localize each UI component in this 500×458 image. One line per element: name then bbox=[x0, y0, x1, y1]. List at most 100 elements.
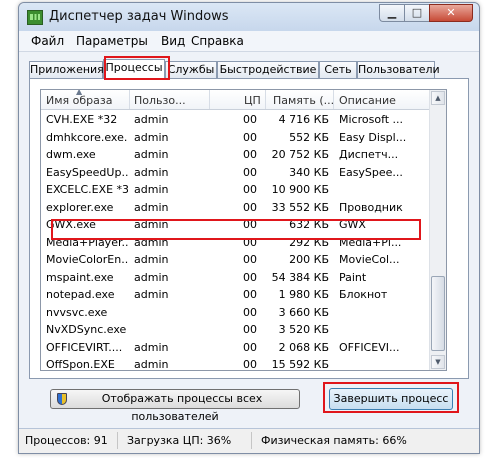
process-user: admin bbox=[134, 288, 169, 301]
table-row[interactable]: OffSpon.EXE admin 00 15 592 КБ bbox=[41, 356, 446, 371]
table-row[interactable]: CVH.EXE *32 admin 00 4 716 КБ Microsoft ... bbox=[41, 111, 446, 128]
table-row[interactable]: EXCELC.EXE *32 admin 00 10 900 КБ bbox=[41, 181, 446, 198]
process-image-name: nvvsvc.exe bbox=[46, 305, 108, 319]
end-process-label: Завершить процесс bbox=[333, 392, 449, 405]
column-memory[interactable]: Память (... bbox=[273, 94, 334, 107]
column-user[interactable]: Пользо... bbox=[134, 94, 186, 107]
process-memory: 33 552 КБ bbox=[271, 200, 329, 214]
table-row[interactable]: mspaint.exe admin 00 54 384 КБ Paint bbox=[41, 269, 446, 286]
menu-file[interactable]: Файл bbox=[31, 34, 64, 48]
table-row[interactable]: MovieColorEn... admin 00 200 КБ MovieCol... bbox=[41, 251, 446, 268]
process-cpu: 00 bbox=[243, 183, 257, 196]
process-cpu: 00 bbox=[243, 148, 257, 161]
process-description: Диспетч... bbox=[339, 148, 399, 161]
title-bar[interactable]: Диспетчер задач Windows ▁ □ ✕ bbox=[19, 3, 479, 32]
process-memory: 3 660 КБ bbox=[278, 305, 329, 319]
process-user: admin bbox=[134, 218, 169, 231]
table-row[interactable]: notepad.exe admin 00 1 980 КБ Блокнот bbox=[41, 286, 446, 303]
process-user: admin bbox=[134, 113, 169, 126]
table-row[interactable]: dwm.exe admin 00 20 752 КБ Диспетч... bbox=[41, 146, 446, 163]
uac-shield-icon bbox=[57, 393, 67, 405]
column-image-name[interactable]: Имя образа bbox=[46, 94, 112, 107]
table-row[interactable]: dmhkcore.exe... admin 00 552 КБ Easy Displ..… bbox=[41, 129, 446, 146]
process-memory: 1 980 КБ bbox=[278, 288, 329, 301]
process-image-name: NvXDSync.exe bbox=[46, 323, 127, 336]
menu-help[interactable]: Справка bbox=[191, 34, 244, 48]
process-list[interactable]: ▲ Имя образа Пользо... ЦП Память (... Оп… bbox=[40, 89, 447, 371]
show-all-processes-button[interactable]: Отображать процессы всех пользователей bbox=[50, 389, 300, 423]
tab-performance[interactable]: Быстродействие bbox=[217, 61, 319, 78]
process-image-name: OffSpon.EXE bbox=[46, 358, 115, 371]
process-cpu: 00 bbox=[243, 235, 257, 249]
tab-users[interactable]: Пользователи bbox=[357, 61, 440, 78]
tab-processes[interactable]: Процессы bbox=[103, 59, 165, 79]
process-memory: 552 КБ bbox=[289, 130, 329, 144]
close-button[interactable]: ✕ bbox=[429, 4, 473, 22]
process-cpu: 00 bbox=[243, 165, 257, 179]
status-process-count: Процессов: 91 bbox=[25, 434, 108, 447]
process-cpu: 00 bbox=[243, 358, 257, 371]
table-row[interactable]: GWX.exe admin 00 632 КБ GWX bbox=[41, 216, 446, 233]
process-image-name: dmhkcore.exe... bbox=[46, 130, 128, 144]
process-memory: 15 592 КБ bbox=[271, 358, 329, 371]
list-header: ▲ Имя образа Пользо... ЦП Память (... Оп… bbox=[41, 90, 446, 110]
tab-services[interactable]: Службы bbox=[165, 61, 217, 78]
process-user: admin bbox=[134, 200, 169, 214]
status-memory: Физическая память: 66% bbox=[261, 434, 407, 447]
process-memory: 20 752 КБ bbox=[271, 148, 329, 161]
process-cpu: 00 bbox=[243, 218, 257, 231]
status-cpu-load: Загрузка ЦП: 36% bbox=[127, 434, 232, 447]
process-image-name: notepad.exe bbox=[46, 288, 115, 301]
process-description: Paint bbox=[339, 270, 367, 284]
process-memory: 340 КБ bbox=[289, 165, 329, 179]
status-bar: Процессов: 91 Загрузка ЦП: 36% Физическа… bbox=[19, 428, 479, 453]
menu-view[interactable]: Вид bbox=[161, 34, 185, 48]
table-row[interactable]: Media+Player... admin 00 292 КБ Media+Pl... bbox=[41, 234, 446, 251]
task-manager-window: Диспетчер задач Windows ▁ □ ✕ Файл Парам… bbox=[18, 2, 480, 454]
table-row[interactable]: OFFICEVIRT.... admin 00 2 068 КБ OFFICEVI... bbox=[41, 339, 446, 356]
process-description: EasySpee... bbox=[339, 165, 403, 179]
process-memory: 2 068 КБ bbox=[278, 340, 329, 354]
process-image-name: mspaint.exe bbox=[46, 270, 114, 284]
process-user: admin bbox=[134, 130, 169, 144]
process-image-name: OFFICEVIRT.... bbox=[46, 340, 123, 354]
table-row[interactable]: NvXDSync.exe 00 3 520 КБ bbox=[41, 321, 446, 338]
process-user: admin bbox=[134, 358, 169, 371]
process-user: admin bbox=[134, 165, 169, 179]
scroll-thumb[interactable] bbox=[431, 276, 445, 351]
tab-network[interactable]: Сеть bbox=[319, 61, 357, 78]
process-cpu: 00 bbox=[243, 340, 257, 354]
process-description: Microsoft ... bbox=[339, 113, 404, 126]
window-title: Диспетчер задач Windows bbox=[49, 9, 229, 24]
processes-panel: ▲ Имя образа Пользо... ЦП Память (... Оп… bbox=[29, 78, 469, 423]
task-manager-icon bbox=[27, 10, 43, 25]
process-memory: 632 КБ bbox=[289, 218, 329, 231]
scroll-up-icon[interactable]: ▲ bbox=[431, 91, 445, 105]
process-memory: 3 520 КБ bbox=[278, 323, 329, 336]
scroll-down-icon[interactable]: ▼ bbox=[431, 355, 445, 369]
table-row[interactable]: nvvsvc.exe 00 3 660 КБ bbox=[41, 304, 446, 321]
vertical-scrollbar[interactable]: ▲ ▼ bbox=[429, 90, 446, 370]
show-all-label: Отображать процессы всех пользователей bbox=[101, 392, 263, 423]
process-cpu: 00 bbox=[243, 130, 257, 144]
process-cpu: 00 bbox=[243, 113, 257, 126]
process-memory: 10 900 КБ bbox=[271, 183, 329, 196]
process-description: Media+Pl... bbox=[339, 235, 402, 249]
minimize-button[interactable]: ▁ bbox=[379, 4, 405, 22]
end-process-button[interactable]: Завершить процесс bbox=[329, 388, 453, 410]
process-image-name: MovieColorEn... bbox=[46, 253, 128, 266]
table-row[interactable]: explorer.exe admin 00 33 552 КБ Проводник bbox=[41, 199, 446, 216]
column-cpu[interactable]: ЦП bbox=[244, 94, 261, 107]
process-description: MovieCol... bbox=[339, 253, 400, 266]
column-description[interactable]: Описание bbox=[339, 94, 396, 107]
process-memory: 292 КБ bbox=[289, 235, 329, 249]
process-cpu: 00 bbox=[243, 323, 257, 336]
process-user: admin bbox=[134, 235, 169, 249]
table-row[interactable]: EasySpeedUp... admin 00 340 КБ EasySpee... bbox=[41, 164, 446, 181]
maximize-button[interactable]: □ bbox=[404, 4, 430, 22]
process-description: Easy Displ... bbox=[339, 130, 407, 144]
menu-options[interactable]: Параметры bbox=[76, 34, 148, 48]
process-image-name: GWX.exe bbox=[46, 218, 96, 231]
tab-applications[interactable]: Приложения bbox=[29, 61, 104, 78]
menu-bar: Файл Параметры Вид Справка bbox=[19, 31, 479, 52]
